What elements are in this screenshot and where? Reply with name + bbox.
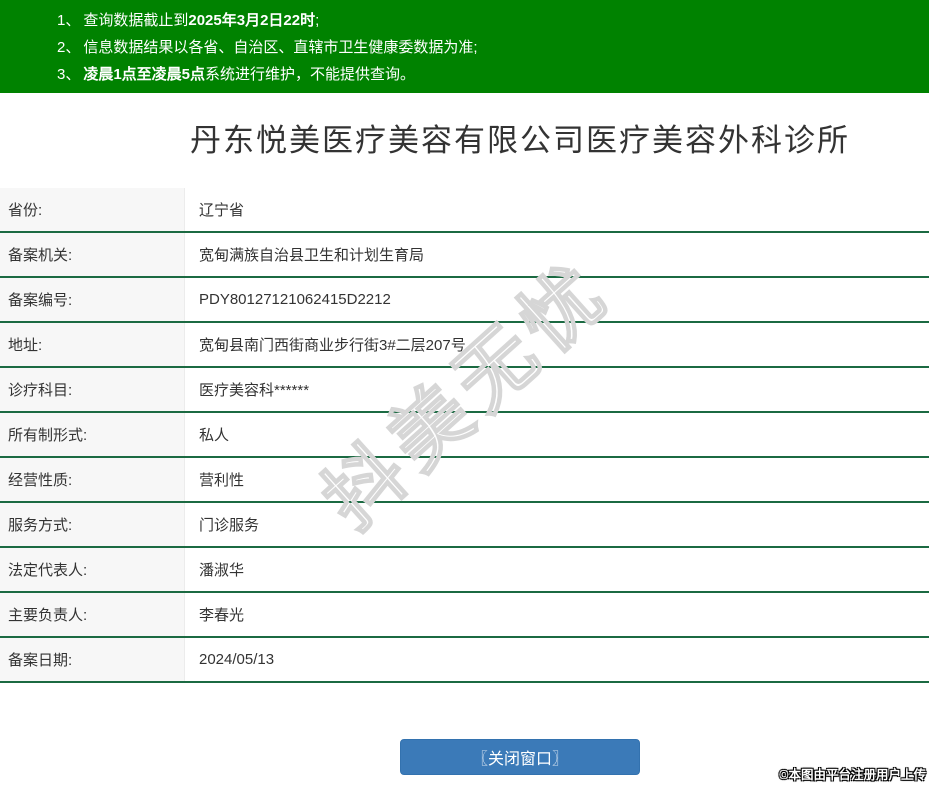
row-label: 备案机关: — [0, 233, 185, 276]
row-value: PDY80127121062415D2212 — [199, 291, 391, 308]
table-row: 服务方式: 门诊服务 — [0, 503, 929, 548]
row-value: 宽甸满族自治县卫生和计划生育局 — [199, 247, 425, 264]
row-label: 所有制形式: — [0, 413, 185, 456]
row-value: 门诊服务 — [199, 517, 260, 534]
row-label: 备案日期: — [0, 638, 185, 681]
table-row: 主要负责人: 李春光 — [0, 593, 929, 638]
table-row: 诊疗科目: 医疗美容科****** — [0, 368, 929, 413]
row-value: 医疗美容科****** — [199, 382, 310, 399]
notice-text: 信息数据结果以各省、自治区、直辖市卫生健康委数据为准; — [83, 39, 478, 56]
row-value: 潘淑华 — [199, 562, 245, 579]
table-row: 经营性质: 营利性 — [0, 458, 929, 503]
table-row: 备案日期: 2024/05/13 — [0, 638, 929, 683]
copyright-watermark: ©本图由平台注册用户上传 — [779, 768, 926, 782]
notice-text: 查询数据截止到 — [83, 12, 189, 29]
notice-item: 1、 查询数据截止到2025年3月2日22时; — [57, 7, 929, 34]
notice-text: ; — [315, 12, 320, 29]
table-row: 所有制形式: 私人 — [0, 413, 929, 458]
notice-number: 2、 — [57, 39, 81, 56]
notice-number: 1、 — [57, 12, 81, 29]
row-label: 法定代表人: — [0, 548, 185, 591]
row-value: 营利性 — [199, 472, 245, 489]
table-row: 省份: 辽宁省 — [0, 188, 929, 233]
notice-text-bold: 凌晨1点至凌晨5点 — [83, 66, 206, 83]
notice-item: 2、 信息数据结果以各省、自治区、直辖市卫生健康委数据为准; — [57, 34, 929, 61]
notice-text: 系统进行维护，不能提供查询。 — [205, 66, 416, 83]
row-value: 辽宁省 — [199, 202, 245, 219]
row-label: 备案编号: — [0, 278, 185, 321]
row-label: 诊疗科目: — [0, 368, 185, 411]
row-label: 经营性质: — [0, 458, 185, 501]
row-label: 省份: — [0, 188, 185, 231]
info-table: 省份: 辽宁省 备案机关: 宽甸满族自治县卫生和计划生育局 备案编号: PDY8… — [0, 188, 929, 683]
row-value: 宽甸县南门西街商业步行街3#二层207号 — [199, 337, 466, 354]
table-row: 地址: 宽甸县南门西街商业步行街3#二层207号 — [0, 323, 929, 368]
page-container: 1、 查询数据截止到2025年3月2日22时; 2、 信息数据结果以各省、自治区、直… — [0, 0, 929, 775]
notice-item: 3、 凌晨1点至凌晨5点系统进行维护，不能提供查询。 — [57, 61, 929, 88]
table-row: 备案机关: 宽甸满族自治县卫生和计划生育局 — [0, 233, 929, 278]
row-label: 主要负责人: — [0, 593, 185, 636]
row-value: 2024/05/13 — [199, 651, 275, 668]
row-label: 服务方式: — [0, 503, 185, 546]
notice-text-bold: 2025年3月2日22时 — [188, 12, 316, 29]
notice-number: 3、 — [57, 66, 81, 83]
close-window-button[interactable]: 〖关闭窗口〗 — [400, 739, 640, 775]
row-value: 李春光 — [199, 607, 245, 624]
page-title: 丹东悦美医疗美容有限公司医疗美容外科诊所 — [190, 123, 850, 158]
table-row: 法定代表人: 潘淑华 — [0, 548, 929, 593]
row-value: 私人 — [199, 427, 230, 444]
table-row: 备案编号: PDY80127121062415D2212 — [0, 278, 929, 323]
row-label: 地址: — [0, 323, 185, 366]
notice-banner: 1、 查询数据截止到2025年3月2日22时; 2、 信息数据结果以各省、自治区、直… — [0, 0, 929, 93]
